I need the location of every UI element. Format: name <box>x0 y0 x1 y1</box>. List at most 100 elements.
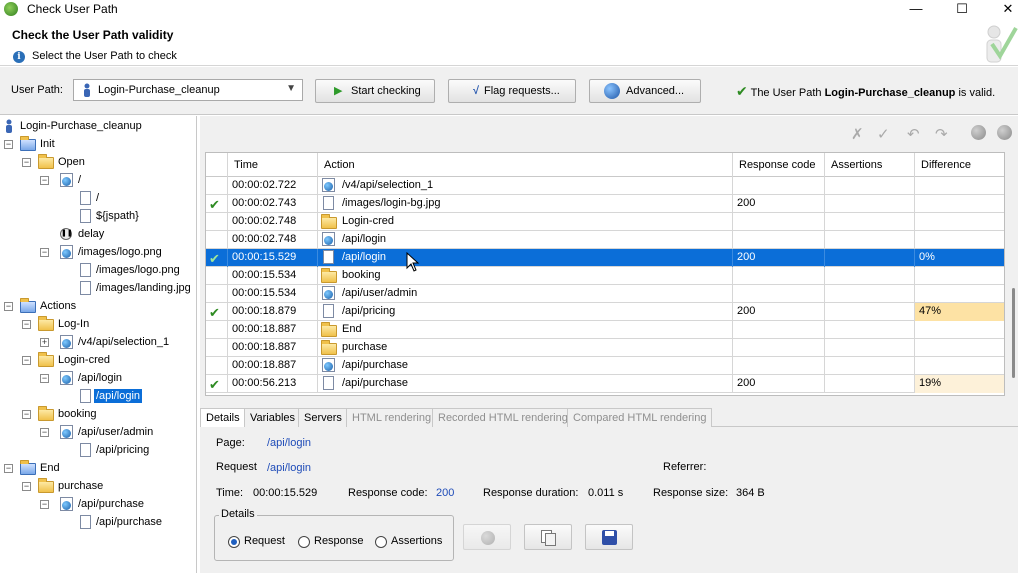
tree-node-label: End <box>40 462 60 474</box>
cell-difference <box>915 213 1004 231</box>
minimize-button[interactable]: — <box>902 0 930 18</box>
collapse-toggle[interactable]: − <box>4 464 13 473</box>
maximize-button[interactable]: ☐ <box>948 0 976 18</box>
row-status <box>206 213 228 231</box>
collapse-toggle[interactable]: − <box>40 248 49 257</box>
request-link[interactable]: /api/login <box>267 462 311 474</box>
previous-icon[interactable]: ↶ <box>907 125 920 143</box>
collapse-toggle[interactable]: − <box>22 410 31 419</box>
collapse-toggle[interactable]: − <box>4 302 13 311</box>
row-status: ✔ <box>206 303 228 321</box>
table-row[interactable]: ✔ 00:00:18.879/api/pricing 200 47% <box>206 303 1004 321</box>
save-icon <box>602 530 617 545</box>
collapse-toggle[interactable]: − <box>40 374 49 383</box>
table-row[interactable]: 00:00:15.534 booking <box>206 267 1004 285</box>
cell-response-code <box>733 267 825 285</box>
cell-action-text: /v4/api/selection_1 <box>342 179 434 191</box>
response-size-value: 364 B <box>736 487 765 499</box>
page-link[interactable]: /api/login <box>267 437 311 449</box>
open-in-browser-button[interactable] <box>463 524 511 550</box>
save-button[interactable] <box>585 524 633 550</box>
flag-icon[interactable]: ✓ <box>877 125 890 143</box>
table-row[interactable]: 00:00:02.748/api/login <box>206 231 1004 249</box>
chevron-down-icon: ▼ <box>286 83 296 94</box>
tree-node-label: /api/login <box>78 372 123 384</box>
table-row[interactable]: 00:00:18.887/api/purchase <box>206 357 1004 375</box>
column-header-response-code[interactable]: Response code <box>733 153 825 177</box>
user-path-tree[interactable]: Login-Purchase_cleanup − Init − Open − /… <box>0 116 197 573</box>
tab-variables[interactable]: Variables <box>244 408 302 427</box>
column-header-action[interactable]: Action <box>318 153 733 177</box>
tab-details[interactable]: Details <box>200 408 246 428</box>
copy-button[interactable] <box>524 524 572 550</box>
vertical-scrollbar[interactable] <box>1009 152 1018 396</box>
settings-icon[interactable] <box>997 125 1012 140</box>
tab-compared-html-rendering[interactable]: Compared HTML rendering <box>567 408 713 427</box>
search-icon[interactable] <box>971 125 986 140</box>
response-radio-label[interactable]: Response <box>314 535 364 547</box>
table-row[interactable]: 00:00:18.887 purchase <box>206 339 1004 357</box>
start-checking-button[interactable]: ▶ Start checking <box>315 79 435 103</box>
folder-icon <box>321 214 337 229</box>
table-row[interactable]: 00:00:18.887 End <box>206 321 1004 339</box>
tab-html-rendering[interactable]: HTML rendering <box>346 408 438 427</box>
next-icon[interactable]: ↷ <box>935 125 948 143</box>
column-header-assertions[interactable]: Assertions <box>825 153 915 177</box>
table-row[interactable]: 00:00:15.534/api/user/admin <box>206 285 1004 303</box>
collapse-toggle[interactable]: − <box>22 356 31 365</box>
cell-action: purchase <box>318 339 733 357</box>
tab-recorded-html-rendering[interactable]: Recorded HTML rendering <box>432 408 574 427</box>
table-row[interactable]: ✔ 00:00:56.213/api/purchase 200 19% <box>206 375 1004 393</box>
table-row[interactable]: 00:00:02.722/v4/api/selection_1 <box>206 177 1004 195</box>
collapse-toggle[interactable]: − <box>40 176 49 185</box>
close-button[interactable]: ✕ <box>994 0 1018 18</box>
results-table[interactable]: Time Action Response code Assertions Dif… <box>205 152 1005 396</box>
expand-toggle[interactable]: + <box>40 338 49 347</box>
folder-icon <box>38 406 54 421</box>
start-checking-label: Start checking <box>351 85 421 97</box>
table-row[interactable]: 00:00:02.748 Login-cred <box>206 213 1004 231</box>
request-icon <box>323 196 334 210</box>
tree-node-label: / <box>78 174 82 186</box>
cell-response-code: 200 <box>733 195 825 213</box>
table-row[interactable]: ✔ 00:00:02.743/images/login-bg.jpg 200 <box>206 195 1004 213</box>
cell-time: 00:00:18.887 <box>228 357 318 375</box>
request-radio-label[interactable]: Request <box>244 535 285 547</box>
tree-node-label: /api/user/admin <box>78 426 154 438</box>
assertions-radio[interactable] <box>375 536 387 548</box>
tab-servers[interactable]: Servers <box>298 408 348 427</box>
cell-response-code <box>733 357 825 375</box>
advanced-button[interactable]: Advanced... <box>589 79 701 103</box>
tree-node-label: purchase <box>58 480 104 492</box>
cell-action: /v4/api/selection_1 <box>318 177 733 195</box>
collapse-toggle[interactable]: − <box>4 140 13 149</box>
scrollbar-thumb[interactable] <box>1012 288 1015 378</box>
table-row-selected[interactable]: ✔ 00:00:15.529/api/login 200 0% <box>206 249 1004 267</box>
valid-check-icon: ✔ <box>736 83 748 99</box>
flag-requests-button[interactable]: √ Flag requests... <box>448 79 576 103</box>
response-radio[interactable] <box>298 536 310 548</box>
tree-node-label: ${jspath} <box>96 210 139 222</box>
request-icon <box>80 191 91 205</box>
title-bar: Check User Path — ☐ ✕ <box>0 0 1018 18</box>
folder-icon <box>38 478 54 493</box>
cell-assertions <box>825 213 915 231</box>
cell-difference <box>915 321 1004 339</box>
collapse-toggle[interactable]: − <box>40 428 49 437</box>
column-header-time[interactable]: Time <box>228 153 318 177</box>
cell-assertions <box>825 267 915 285</box>
user-path-select[interactable]: Login-Purchase_cleanup ▼ <box>73 79 303 101</box>
assertions-radio-label[interactable]: Assertions <box>391 535 442 547</box>
page-icon <box>60 497 73 511</box>
row-status <box>206 177 228 195</box>
cell-time: 00:00:02.748 <box>228 231 318 249</box>
column-header-difference[interactable]: Difference <box>915 153 1004 177</box>
collapse-toggle[interactable]: − <box>22 482 31 491</box>
request-icon <box>323 250 334 264</box>
collapse-toggle[interactable]: − <box>22 320 31 329</box>
folder-icon <box>321 268 337 283</box>
collapse-toggle[interactable]: − <box>40 500 49 509</box>
remove-flag-icon[interactable]: ✗ <box>851 125 864 143</box>
collapse-toggle[interactable]: − <box>22 158 31 167</box>
request-radio[interactable] <box>228 536 240 548</box>
